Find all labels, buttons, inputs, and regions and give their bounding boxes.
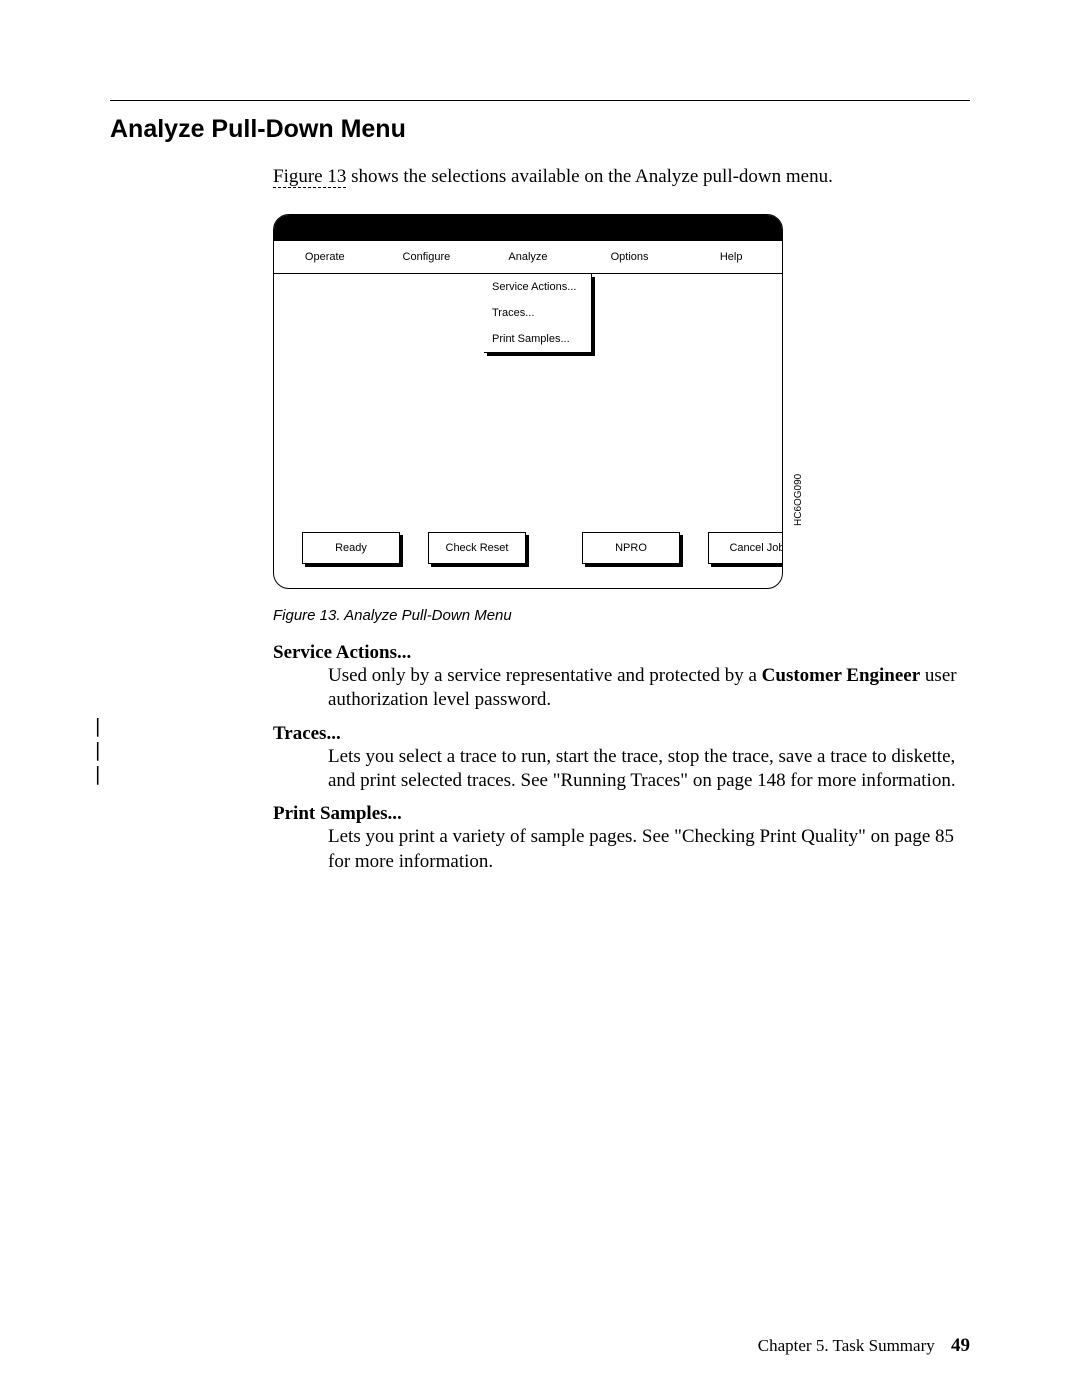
def-body-service-actions: Used only by a service representative an… [328, 664, 970, 713]
def-body-bold: Customer Engineer [762, 665, 921, 686]
change-bar-2: | [92, 738, 103, 762]
definition-list: Service Actions... Used only by a servic… [273, 642, 970, 874]
ui-menubar: Operate Configure Analyze Options Help [274, 241, 782, 274]
menu-operate[interactable]: Operate [274, 241, 376, 273]
def-term-service-actions: Service Actions... [273, 642, 970, 664]
def-body-text-1: Used only by a service representative an… [328, 665, 762, 686]
menu-configure[interactable]: Configure [376, 241, 478, 273]
page-footer: Chapter 5. Task Summary 49 [758, 1335, 970, 1357]
top-rule [110, 100, 970, 101]
def-body-print-samples: Lets you print a variety of sample pages… [328, 825, 970, 874]
page: Analyze Pull-Down Menu Figure 13 shows t… [0, 0, 1080, 1397]
change-bar-1: | [92, 714, 103, 738]
def-body-traces: Lets you select a trace to run, start th… [328, 745, 970, 794]
figure-link[interactable]: Figure 13 [273, 166, 346, 188]
change-bar-3: | [92, 762, 103, 786]
ui-titlebar [274, 215, 782, 241]
intro-paragraph: Figure 13 shows the selections available… [273, 166, 970, 188]
menu-options[interactable]: Options [579, 241, 681, 273]
menu-analyze[interactable]: Analyze [477, 241, 579, 273]
def-term-traces: Traces... [273, 723, 970, 745]
menu-help[interactable]: Help [680, 241, 782, 273]
section-heading: Analyze Pull-Down Menu [110, 115, 970, 144]
npro-button[interactable]: NPRO [582, 532, 680, 564]
footer-page-number: 49 [951, 1335, 970, 1356]
ready-button[interactable]: Ready [302, 532, 400, 564]
intro-text: shows the selections available on the An… [346, 166, 833, 187]
figure-side-code: HC6OG090 [793, 474, 804, 526]
change-bars: | | | [92, 714, 103, 786]
ui-window: Operate Configure Analyze Options Help S… [273, 214, 783, 589]
menu-item-service-actions[interactable]: Service Actions... [484, 274, 591, 300]
def-term-print-samples: Print Samples... [273, 803, 970, 825]
check-reset-button[interactable]: Check Reset [428, 532, 526, 564]
footer-chapter: Chapter 5. Task Summary [758, 1336, 935, 1355]
cancel-job-button[interactable]: Cancel Job [708, 532, 783, 564]
ui-buttonbar: Ready Check Reset NPRO Cancel Job [274, 514, 782, 588]
ui-body: Service Actions... Traces... Print Sampl… [274, 274, 782, 514]
menu-item-print-samples[interactable]: Print Samples... [484, 326, 591, 352]
analyze-pulldown: Service Actions... Traces... Print Sampl… [484, 274, 592, 353]
figure-wrap: Operate Configure Analyze Options Help S… [273, 214, 970, 624]
menu-item-traces[interactable]: Traces... [484, 300, 591, 326]
figure-caption: Figure 13. Analyze Pull-Down Menu [273, 607, 970, 624]
